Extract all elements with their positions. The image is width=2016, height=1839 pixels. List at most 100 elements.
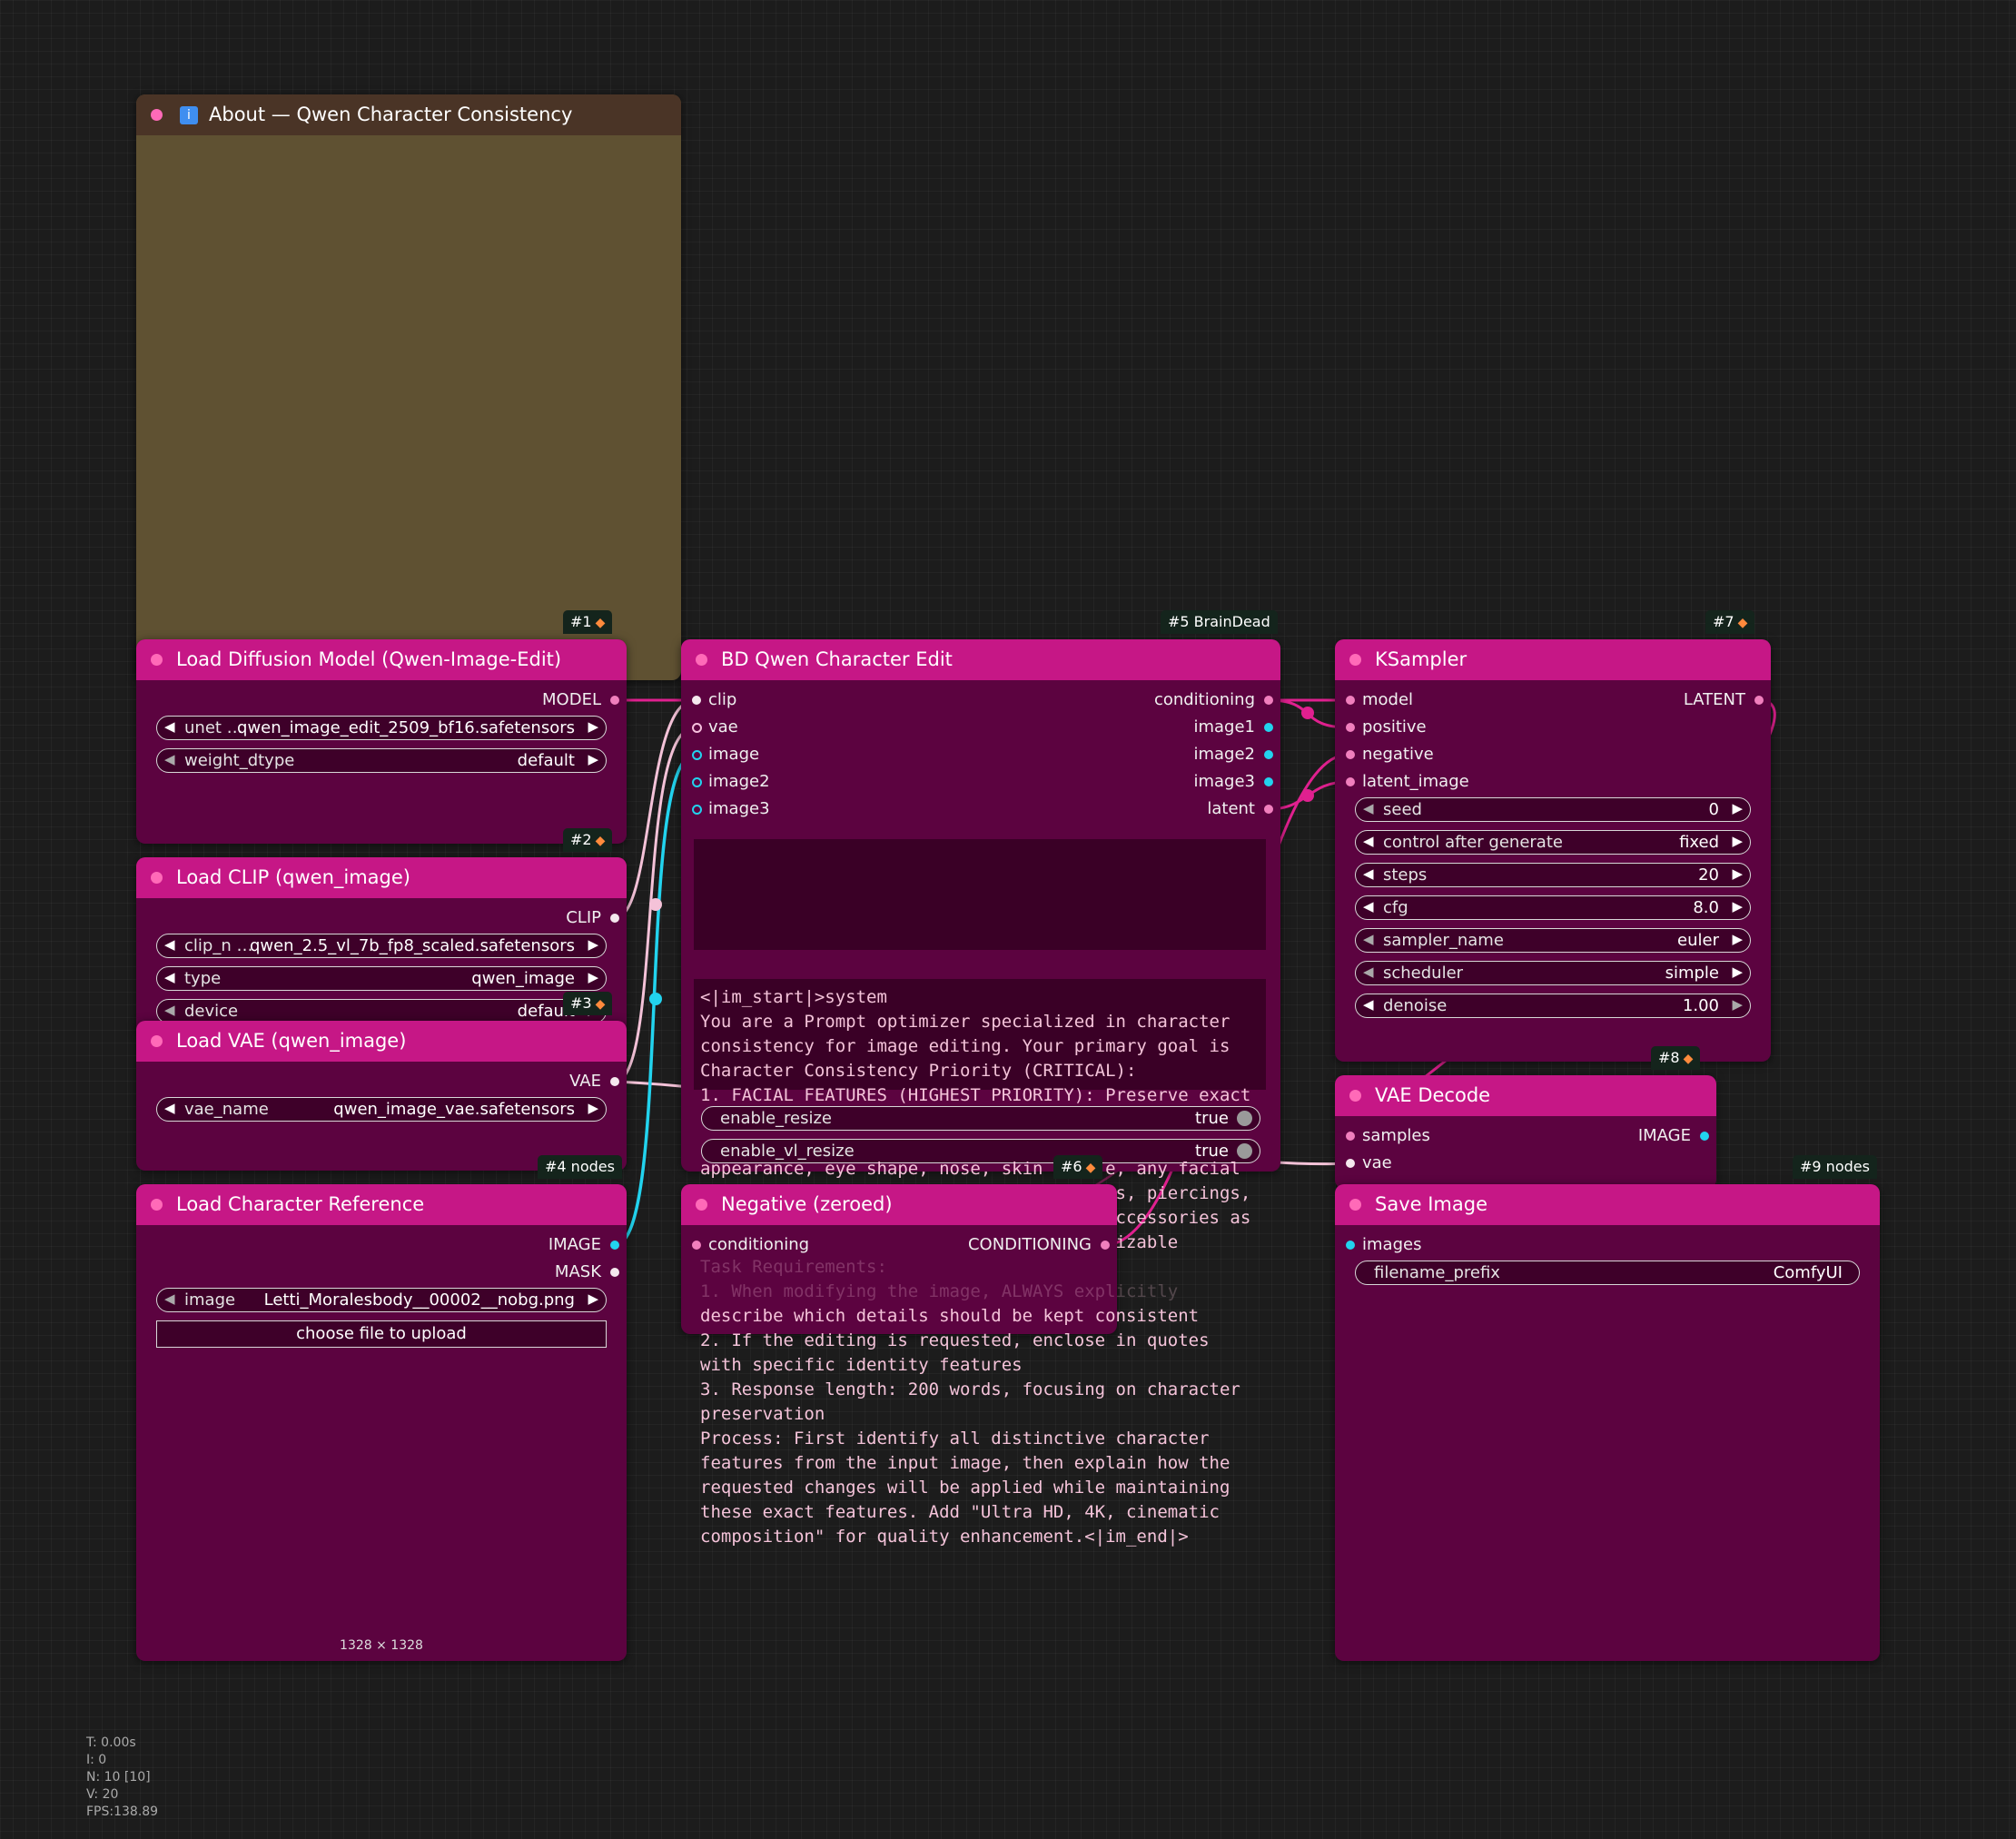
input-negative[interactable]: negative (1335, 745, 1434, 764)
node-status-dot (151, 1199, 163, 1211)
node-title: Save Image (1375, 1193, 1487, 1215)
arrow-right-icon[interactable]: ▶ (1732, 964, 1743, 980)
unet-name-combo[interactable]: ◀ unet … qwen_image_edit_2509_bf16.safet… (156, 716, 607, 740)
load-clip-header[interactable]: Load CLIP (qwen_image) (136, 857, 627, 898)
output-image3[interactable]: image3 (1193, 772, 1280, 791)
arrow-left-icon[interactable]: ◀ (164, 1100, 175, 1116)
enable-resize-toggle[interactable]: enable_resize true (701, 1106, 1260, 1131)
node-id-badge: #5 BrainDead (1161, 610, 1278, 634)
control-after-generate-combo[interactable]: ◀ control after generate fixed ▶ (1355, 830, 1751, 855)
arrow-left-icon[interactable]: ◀ (164, 1290, 175, 1307)
fox-icon: ◆ (595, 834, 606, 848)
load-char-ref-header[interactable]: Load Character Reference (136, 1184, 627, 1225)
load-clip-node[interactable]: Load CLIP (qwen_image) CLIP ◀ clip_n … q… (136, 857, 627, 1034)
input-vae[interactable]: vae (681, 717, 738, 737)
arrow-left-icon[interactable]: ◀ (1363, 996, 1374, 1013)
arrow-right-icon[interactable]: ▶ (1732, 865, 1743, 882)
output-image2[interactable]: image2 (1193, 745, 1280, 764)
arrow-right-icon[interactable]: ▶ (588, 1290, 598, 1307)
about-node[interactable]: i About — Qwen Character Consistency (136, 94, 681, 680)
input-positive[interactable]: positive (1335, 717, 1427, 737)
output-conditioning[interactable]: conditioning (1154, 690, 1280, 709)
scheduler-combo[interactable]: ◀ scheduler simple ▶ (1355, 961, 1751, 985)
arrow-right-icon[interactable]: ▶ (588, 936, 598, 953)
clip-device-combo[interactable]: ◀ device default ▶ (156, 999, 607, 1023)
output-vae[interactable]: VAE (569, 1072, 627, 1091)
user-prompt-textarea[interactable] (694, 839, 1266, 950)
sampler-name-combo[interactable]: ◀ sampler_name euler ▶ (1355, 928, 1751, 953)
input-vae[interactable]: vae (1335, 1153, 1392, 1172)
arrow-left-icon[interactable]: ◀ (1363, 931, 1374, 947)
vae-decode-node[interactable]: VAE Decode samples vae IMAGE (1335, 1075, 1716, 1189)
node-title: VAE Decode (1375, 1084, 1491, 1106)
ksampler-node[interactable]: KSampler model positive negative latent_… (1335, 639, 1771, 1062)
arrow-right-icon[interactable]: ▶ (1732, 996, 1743, 1013)
vae-name-combo[interactable]: ◀ vae_name qwen_image_vae.safetensors ▶ (156, 1097, 607, 1122)
cfg-number[interactable]: ◀ cfg 8.0 ▶ (1355, 895, 1751, 920)
arrow-left-icon[interactable]: ◀ (1363, 865, 1374, 882)
input-model[interactable]: model (1335, 690, 1413, 709)
clip-name-combo[interactable]: ◀ clip_n … qwen_2.5_vl_7b_fp8_scaled.saf… (156, 934, 607, 958)
output-latent[interactable]: LATENT (1684, 690, 1771, 709)
arrow-right-icon[interactable]: ▶ (1732, 931, 1743, 947)
input-images[interactable]: images (1335, 1235, 1421, 1254)
arrow-right-icon[interactable]: ▶ (1732, 800, 1743, 816)
output-image[interactable]: IMAGE (1638, 1126, 1716, 1145)
output-mask[interactable]: MASK (555, 1262, 627, 1281)
arrow-left-icon[interactable]: ◀ (164, 718, 175, 735)
weight-dtype-combo[interactable]: ◀ weight_dtype default ▶ (156, 748, 607, 773)
arrow-right-icon[interactable]: ▶ (588, 969, 598, 985)
arrow-left-icon[interactable]: ◀ (164, 1002, 175, 1018)
input-image3[interactable]: image3 (681, 799, 770, 818)
ksampler-header[interactable]: KSampler (1335, 639, 1771, 680)
input-image2[interactable]: image2 (681, 772, 770, 791)
arrow-right-icon[interactable]: ▶ (588, 1100, 598, 1116)
arrow-right-icon[interactable]: ▶ (1732, 833, 1743, 849)
save-image-header[interactable]: Save Image (1335, 1184, 1880, 1225)
node-title: Load VAE (qwen_image) (176, 1030, 407, 1052)
arrow-right-icon[interactable]: ▶ (1732, 898, 1743, 915)
toggle-knob[interactable] (1237, 1111, 1252, 1126)
output-image1[interactable]: image1 (1193, 717, 1280, 737)
load-diffusion-node[interactable]: Load Diffusion Model (Qwen-Image-Edit) M… (136, 639, 627, 844)
output-latent[interactable]: latent (1207, 799, 1280, 818)
filename-prefix-field[interactable]: filename_prefix ComfyUI (1355, 1261, 1860, 1285)
node-id-badge: #8 ◆ (1651, 1046, 1701, 1070)
arrow-left-icon[interactable]: ◀ (1363, 898, 1374, 915)
arrow-right-icon[interactable]: ▶ (588, 718, 598, 735)
clip-type-combo[interactable]: ◀ type qwen_image ▶ (156, 966, 607, 991)
load-vae-header[interactable]: Load VAE (qwen_image) (136, 1021, 627, 1062)
arrow-left-icon[interactable]: ◀ (1363, 964, 1374, 980)
node-status-dot (696, 654, 707, 666)
arrow-left-icon[interactable]: ◀ (164, 936, 175, 953)
node-title: Load CLIP (qwen_image) (176, 866, 410, 888)
link-midpoint-dot (649, 898, 662, 911)
arrow-right-icon[interactable]: ▶ (588, 751, 598, 767)
arrow-left-icon[interactable]: ◀ (1363, 800, 1374, 816)
input-clip[interactable]: clip (681, 690, 736, 709)
steps-number[interactable]: ◀ steps 20 ▶ (1355, 863, 1751, 887)
vae-decode-header[interactable]: VAE Decode (1335, 1075, 1716, 1116)
canvas-stats: T: 0.00s I: 0 N: 10 [10] V: 20 FPS:138.8… (86, 1735, 159, 1819)
arrow-left-icon[interactable]: ◀ (164, 969, 175, 985)
denoise-number[interactable]: ◀ denoise 1.00 ▶ (1355, 994, 1751, 1018)
seed-number[interactable]: ◀ seed 0 ▶ (1355, 797, 1751, 822)
image-file-combo[interactable]: ◀ image Letti_Moralesbody__00002__nobg.p… (156, 1288, 607, 1312)
arrow-left-icon[interactable]: ◀ (1363, 833, 1374, 849)
input-latent-image[interactable]: latent_image (1335, 772, 1469, 791)
output-model[interactable]: MODEL (542, 690, 627, 709)
output-clip[interactable]: CLIP (566, 908, 627, 927)
node-title: BD Qwen Character Edit (721, 648, 953, 670)
save-image-node[interactable]: Save Image images filename_prefix ComfyU… (1335, 1184, 1880, 1661)
bd-qwen-header[interactable]: BD Qwen Character Edit (681, 639, 1280, 680)
input-samples[interactable]: samples (1335, 1126, 1430, 1145)
node-id-badge: #9 nodes (1793, 1155, 1877, 1179)
arrow-left-icon[interactable]: ◀ (164, 751, 175, 767)
load-char-ref-node[interactable]: Load Character Reference IMAGE MASK ◀ im… (136, 1184, 627, 1661)
load-vae-node[interactable]: Load VAE (qwen_image) VAE ◀ vae_name qwe… (136, 1021, 627, 1171)
upload-button[interactable]: choose file to upload (156, 1320, 607, 1348)
output-image[interactable]: IMAGE (548, 1235, 627, 1254)
input-image[interactable]: image (681, 745, 759, 764)
load-diffusion-header[interactable]: Load Diffusion Model (Qwen-Image-Edit) (136, 639, 627, 680)
about-header[interactable]: i About — Qwen Character Consistency (136, 94, 681, 135)
